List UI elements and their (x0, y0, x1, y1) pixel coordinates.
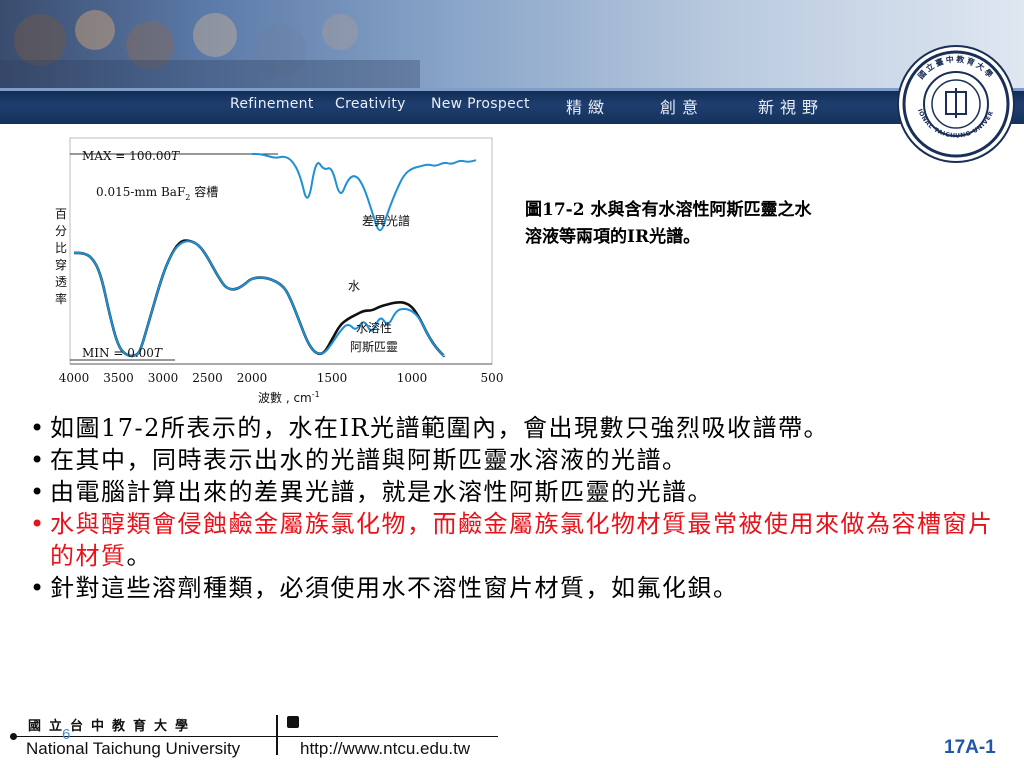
footer-line (16, 736, 498, 737)
bullet-item: • 由電腦計算出來的差異光譜，就是水溶性阿斯匹靈的光譜。 (30, 476, 1010, 508)
x-tick-label: 1500 (317, 371, 348, 385)
aspirin-label-line2: 阿斯匹靈 (350, 340, 398, 354)
water-label: 水 (348, 279, 360, 293)
y-axis-char: 透 (55, 275, 67, 289)
motto-creativity: Creativity (335, 96, 406, 112)
caption-line-1: 圖17-2 水與含有水溶性阿斯匹靈之水 (525, 200, 812, 220)
x-tick-label: 1000 (397, 371, 428, 385)
motto-new-prospect: New Prospect (431, 96, 530, 112)
bullet-text-highlight: 水與醇類會侵蝕鹼金屬族氯化物，而鹼金屬族氯化物材質最常被使用來做為容槽窗片的材質 (50, 510, 994, 570)
footer-university-name: National Taichung University (26, 739, 241, 758)
bullet-text-tail: 。 (126, 542, 152, 570)
difference-spectrum-label: 差異光譜 (362, 213, 410, 228)
min-label: MIN = 0.00T (82, 346, 163, 360)
footer-url[interactable]: http://www.ntcu.edu.tw (300, 739, 470, 759)
university-seal-icon: 國立臺中教育大學 NATIONAL TAICHUNG UNIVERSITY (896, 44, 1015, 163)
bullet-dot: • (30, 446, 46, 474)
x-tick-label: 4000 (59, 371, 90, 385)
x-ticks: 4000 3500 3000 2500 2000 1500 1000 500 (59, 371, 504, 385)
bullet-text: 在其中，同時表示出水的光譜與阿斯匹靈水溶液的光譜。 (50, 446, 688, 474)
x-tick-label: 2500 (192, 371, 223, 385)
header-photo (0, 0, 1024, 88)
slide-header: Refinement Creativity New Prospect 精緻 創意… (0, 0, 1024, 163)
bullet-dot: • (30, 510, 46, 538)
plot-frame (69, 137, 493, 365)
bullet-item: • 如圖17-2所表示的，水在IR光譜範圍內，會出現數只強烈吸收譜帶。 (30, 412, 1010, 444)
footer-logo-zh: 國立台中教育大學 (28, 719, 197, 734)
figure-caption: 圖17-2 水與含有水溶性阿斯匹靈之水 溶液等兩項的IR光譜。 (525, 197, 945, 251)
x-tick-label: 2000 (237, 371, 268, 385)
y-axis-char: 比 (55, 241, 67, 255)
bullet-dot: • (30, 574, 46, 602)
y-axis-char: 百 (55, 207, 67, 221)
footer-divider (276, 715, 278, 755)
header-photo-art (0, 10, 420, 88)
bullet-item: • 在其中，同時表示出水的光譜與阿斯匹靈水溶液的光譜。 (30, 444, 1010, 476)
header-rule (0, 88, 1024, 91)
y-axis-char: 率 (55, 291, 67, 306)
motto-refinement: Refinement (230, 96, 314, 112)
x-tick-label: 500 (481, 371, 504, 385)
bullet-dot: • (30, 414, 46, 442)
footer-square-icon (287, 716, 299, 728)
motto-zh-3: 新視野 (758, 98, 825, 117)
page-number: 6 (62, 726, 71, 743)
bullet-text: 針對這些溶劑種類，必須使用水不溶性窗片材質，如氟化鋇。 (50, 574, 739, 602)
bullet-text: 由電腦計算出來的差異光譜，就是水溶性阿斯匹靈的光譜。 (50, 478, 713, 506)
x-tick-label: 3500 (103, 371, 134, 385)
y-axis-char: 分 (55, 224, 67, 238)
max-label: MAX = 100.00T (82, 149, 180, 163)
caption-line-2: 溶液等兩項的IR光譜。 (525, 227, 701, 247)
x-tick-label: 3000 (148, 371, 179, 385)
motto-zh-1: 精緻 (566, 98, 611, 117)
bullet-text: 如圖17-2所表示的，水在IR光譜範圍內，會出現數只強烈吸收譜帶。 (50, 414, 829, 442)
x-axis-label: 波數 , cm-1 (258, 390, 320, 405)
slide-code: 17A-1 (944, 737, 996, 758)
bullet-item-highlight: • 水與醇類會侵蝕鹼金屬族氯化物，而鹼金屬族氯化物材質最常被使用來做為容槽窗片的材… (30, 508, 1010, 572)
y-axis-label: 百 分 比 穿 透 率 (55, 207, 67, 306)
footer-dot-icon (10, 733, 17, 740)
aspirin-label-line1: 水溶性 (356, 320, 392, 335)
ir-spectrum-figure: 4000 3500 3000 2500 2000 1500 1000 500 MAX = 10… (55, 137, 504, 405)
bullet-item: • 針對這些溶劑種類，必須使用水不溶性窗片材質，如氟化鋇。 (30, 572, 1010, 604)
y-axis-char: 穿 (55, 257, 67, 272)
bullet-list: • 如圖17-2所表示的，水在IR光譜範圍內，會出現數只強烈吸收譜帶。 • 在其中，… (30, 412, 1010, 604)
bullet-dot: • (30, 478, 46, 506)
motto-zh-2: 創意 (660, 98, 705, 117)
